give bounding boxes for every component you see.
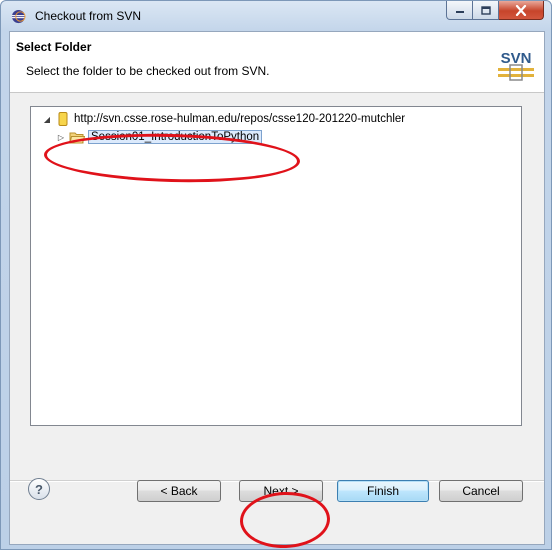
minimize-icon [455, 11, 464, 13]
back-button[interactable]: < Back [137, 480, 221, 502]
cancel-button[interactable]: Cancel [439, 480, 523, 502]
title-bar[interactable]: Checkout from SVN [1, 1, 551, 31]
wizard-header: Select Folder Select the folder to be ch… [10, 32, 544, 93]
window-title: Checkout from SVN [35, 9, 142, 23]
dialog-client-area: Select Folder Select the folder to be ch… [9, 31, 545, 545]
close-icon [515, 4, 527, 16]
minimize-button[interactable] [446, 1, 473, 20]
session01-folder-label: Session01_IntroductionToPython [88, 130, 263, 144]
repository-url-label: http://svn.csse.rose-hulman.edu/repos/cs… [74, 113, 406, 125]
tree-row-session01[interactable]: ▷ Session01_IntroductionToPython [55, 129, 263, 145]
tree-row-repository[interactable]: ◢ http://svn.csse.rose-hulman.edu/repos/… [41, 111, 405, 127]
close-button[interactable] [499, 1, 544, 20]
page-description: Select the folder to be checked out from… [26, 64, 270, 78]
expand-arrow-icon[interactable]: ◢ [41, 113, 53, 125]
checkout-dialog-window: Checkout from SVN Select Folder Select t… [0, 0, 552, 550]
page-title: Select Folder [16, 40, 92, 54]
finish-button[interactable]: Finish [337, 480, 429, 502]
maximize-icon [480, 5, 491, 15]
help-icon: ? [35, 481, 43, 497]
eclipse-app-icon [11, 9, 26, 24]
maximize-button[interactable] [473, 1, 499, 20]
folder-open-icon [69, 129, 85, 145]
next-button[interactable]: Next > [239, 480, 323, 502]
caption-buttons [446, 1, 544, 21]
collapse-arrow-icon[interactable]: ▷ [55, 131, 67, 143]
repository-icon [55, 111, 71, 127]
help-button[interactable]: ? [28, 478, 50, 500]
folder-tree[interactable]: ◢ http://svn.csse.rose-hulman.edu/repos/… [30, 106, 522, 426]
svn-logo-icon: SVN [498, 50, 534, 81]
